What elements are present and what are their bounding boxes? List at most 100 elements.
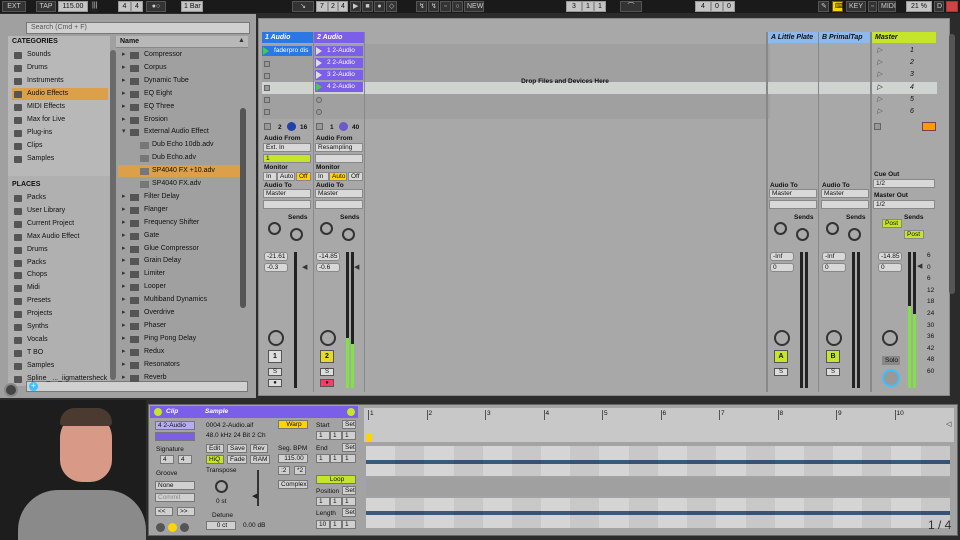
- place-item[interactable]: Presets: [12, 295, 108, 307]
- session-record-button[interactable]: ▫: [440, 1, 451, 12]
- loop-start-bar[interactable]: 3: [566, 1, 582, 12]
- clip-slot-3-2-audio[interactable]: 3 2-Audio: [315, 70, 363, 80]
- clip-slot-2-2-audio[interactable]: 2 2-Audio: [315, 58, 363, 68]
- returnB-volume[interactable]: -Inf: [822, 252, 846, 261]
- end-bar[interactable]: 1: [316, 454, 330, 463]
- start-set-button[interactable]: Set: [342, 420, 356, 429]
- gain-fader-icon[interactable]: ◀: [252, 492, 257, 500]
- scene-launch-2[interactable]: ▷ 2: [874, 57, 936, 69]
- groove-select[interactable]: None: [155, 481, 195, 490]
- collapsed-arrow-icon[interactable]: ▸: [122, 320, 126, 332]
- collapsed-arrow-icon[interactable]: ▸: [122, 372, 126, 384]
- browser-file-item[interactable]: ▸ Redux: [118, 346, 240, 358]
- category-drums[interactable]: Drums: [12, 62, 108, 74]
- browser-file-item[interactable]: ▸ Resonators: [118, 359, 240, 371]
- start-bar[interactable]: 1: [316, 431, 330, 440]
- returnB-output-type[interactable]: Master: [821, 189, 869, 198]
- search-input[interactable]: Search (Cmd + F): [26, 22, 250, 34]
- collapsed-arrow-icon[interactable]: ▸: [122, 359, 126, 371]
- place-item[interactable]: Samples: [12, 360, 108, 372]
- ram-button[interactable]: RAM: [250, 455, 270, 464]
- browser-file-item[interactable]: ▸ Ping Pong Delay: [118, 333, 240, 345]
- master-stop-icon[interactable]: [874, 123, 881, 130]
- collapsed-arrow-icon[interactable]: ▸: [122, 230, 126, 242]
- track2-activator[interactable]: 2: [320, 350, 334, 363]
- send-b-knob[interactable]: [796, 228, 809, 241]
- track2-solo[interactable]: S: [320, 368, 334, 376]
- returnB-pan[interactable]: 0: [822, 263, 846, 272]
- master-solo-button[interactable]: Solo: [882, 356, 900, 365]
- return-header-a[interactable]: A Little Plate: [768, 32, 818, 43]
- warp-button[interactable]: Warp: [278, 420, 308, 429]
- place-item[interactable]: Drums: [12, 244, 108, 256]
- place-item[interactable]: Spline_ ..._iigmattersheck: [12, 373, 108, 385]
- draw-mode-button[interactable]: ✎: [818, 1, 829, 12]
- loop-start-marker-icon[interactable]: [366, 434, 372, 442]
- automation-arm-button[interactable]: ↯: [416, 1, 427, 12]
- return-header-b[interactable]: B PrimalTap: [819, 32, 870, 43]
- collapsed-arrow-icon[interactable]: ▸: [122, 88, 126, 100]
- track1-output-type[interactable]: Master: [263, 189, 311, 198]
- monitor-auto-button[interactable]: Auto: [329, 172, 347, 181]
- punch-loop-button[interactable]: ⌒: [620, 1, 642, 12]
- collapsed-arrow-icon[interactable]: ▸: [122, 255, 126, 267]
- warp-mode-select[interactable]: Complex: [278, 480, 308, 489]
- volume-fader-icon[interactable]: ◀: [354, 263, 359, 271]
- track-header-1-audio[interactable]: 1 Audio: [262, 32, 313, 43]
- master-pan[interactable]: 0: [878, 263, 902, 272]
- track1-pan[interactable]: -0.3: [264, 263, 288, 272]
- collapsed-arrow-icon[interactable]: ▸: [122, 333, 126, 345]
- seg-bpm-field[interactable]: 115.00: [278, 454, 308, 463]
- monitor-in-button[interactable]: In: [315, 172, 329, 181]
- collapsed-arrow-icon[interactable]: ▸: [122, 75, 126, 87]
- play-clip-icon[interactable]: [263, 47, 269, 55]
- place-item[interactable]: Synths: [12, 321, 108, 333]
- track2-arm-icon[interactable]: [339, 122, 348, 131]
- collapsed-arrow-icon[interactable]: ▸: [122, 62, 126, 74]
- scene-play-icon[interactable]: ▷: [877, 106, 882, 118]
- returnB-solo[interactable]: S: [826, 368, 840, 376]
- scene-launch-4[interactable]: ▷ 4: [874, 82, 936, 94]
- track2-input-channel[interactable]: [315, 154, 363, 163]
- browser-file-item[interactable]: ▸ Phaser: [118, 320, 240, 332]
- browser-file-item[interactable]: ▸ Frequency Shifter: [118, 217, 240, 229]
- places-scrollbar[interactable]: [110, 50, 116, 380]
- hiq-button[interactable]: HiQ: [206, 455, 224, 464]
- collapsed-arrow-icon[interactable]: ▸: [122, 268, 126, 280]
- track1-output-channel[interactable]: [263, 200, 311, 209]
- expanded-arrow-icon[interactable]: ▾: [122, 126, 126, 138]
- position-bar[interactable]: 1: [316, 497, 330, 506]
- browser-file-item[interactable]: ▸ Limiter: [118, 268, 240, 280]
- track2-volume[interactable]: -14.85: [316, 252, 340, 261]
- master-pan-knob[interactable]: [882, 330, 898, 346]
- browser-file-item[interactable]: ▸ Corpus: [118, 62, 240, 74]
- place-item[interactable]: User Library: [12, 205, 108, 217]
- edit-button[interactable]: Edit: [206, 444, 224, 453]
- browser-file-item[interactable]: Dub Echo 10db.adv: [118, 139, 240, 151]
- track2-arm[interactable]: ●: [320, 379, 334, 387]
- clip-stop-icon[interactable]: [264, 61, 270, 67]
- capture-button[interactable]: ○: [452, 1, 463, 12]
- place-item[interactable]: Projects: [12, 308, 108, 320]
- scene-play-icon[interactable]: ▷: [877, 94, 882, 106]
- quantization-menu[interactable]: 1 Bar: [181, 1, 203, 12]
- send-b-knob[interactable]: [848, 228, 861, 241]
- category-samples[interactable]: Samples: [12, 153, 108, 165]
- returnA-solo[interactable]: S: [774, 368, 788, 376]
- length-bar[interactable]: 10: [316, 520, 330, 529]
- tempo-nudge[interactable]: |||: [90, 1, 98, 12]
- browser-file-item[interactable]: ▸ Grain Delay: [118, 255, 240, 267]
- clip-stop-icon[interactable]: [264, 85, 270, 91]
- scene-play-icon[interactable]: ▷: [877, 82, 882, 94]
- browser-file-item[interactable]: ▾ External Audio Effect: [118, 126, 240, 138]
- save-button[interactable]: Save: [227, 444, 247, 453]
- category-plug-ins[interactable]: Plug-ins: [12, 127, 108, 139]
- returnA-activator[interactable]: A: [774, 350, 788, 363]
- place-item[interactable]: Max Audio Effect: [12, 231, 108, 243]
- length-beat[interactable]: 1: [330, 520, 342, 529]
- browser-file-item[interactable]: ▸ Reverb: [118, 372, 240, 384]
- track1-volume[interactable]: -21.61: [264, 252, 288, 261]
- browser-file-item[interactable]: ▸ EQ Three: [118, 101, 240, 113]
- category-max-for-live[interactable]: Max for Live: [12, 114, 108, 126]
- returnB-activator[interactable]: B: [826, 350, 840, 363]
